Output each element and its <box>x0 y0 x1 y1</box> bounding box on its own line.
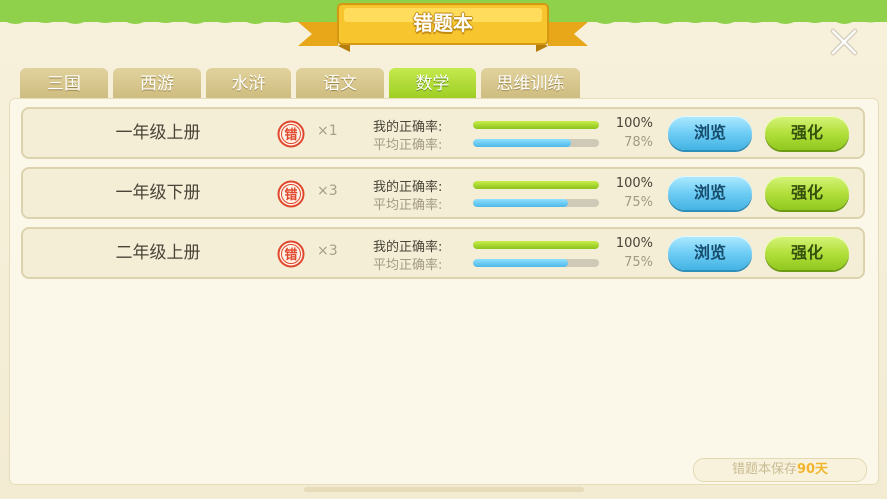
error-stamp-icon: 错 <box>277 120 305 148</box>
tab-sanguo[interactable]: 三国 <box>20 68 108 100</box>
strengthen-button[interactable]: 强化 <box>765 116 849 150</box>
svg-text:错: 错 <box>284 187 297 203</box>
my-accuracy-value: 100% <box>615 236 653 251</box>
avg-accuracy-label: 平均正确率: <box>373 138 443 153</box>
tab-xiyou[interactable]: 西游 <box>113 68 201 100</box>
avg-accuracy-label: 平均正确率: <box>373 198 443 213</box>
page-title: 错题本 <box>413 11 473 35</box>
my-accuracy-value: 100% <box>615 116 653 131</box>
save-note-prefix: 错题本保存 <box>731 462 797 477</box>
avg-accuracy-value: 75% <box>624 255 653 270</box>
error-count: ×3 <box>317 183 338 199</box>
browse-button[interactable]: 浏览 <box>668 236 752 270</box>
my-accuracy-fill <box>473 121 599 129</box>
my-accuracy-bar <box>473 181 599 189</box>
grade-name: 一年级下册 <box>115 183 201 203</box>
avg-accuracy-value: 78% <box>624 135 653 150</box>
avg-accuracy-fill <box>473 199 568 207</box>
error-count: ×1 <box>317 123 338 139</box>
save-duration-note: 错题本保存90天 <box>693 458 867 482</box>
error-stamp-icon: 错 <box>277 240 305 268</box>
grade-name: 二年级上册 <box>115 243 201 263</box>
my-accuracy-fill <box>473 241 599 249</box>
tab-shuihu[interactable]: 水浒 <box>206 68 291 100</box>
avg-accuracy-label: 平均正确率: <box>373 258 443 273</box>
tab-math[interactable]: 数学 <box>389 68 476 100</box>
avg-accuracy-bar <box>473 139 599 147</box>
my-accuracy-bar <box>473 121 599 129</box>
avg-accuracy-fill <box>473 139 572 147</box>
scroll-indicator <box>304 487 584 492</box>
my-accuracy-label: 我的正确率: <box>373 120 443 135</box>
avg-accuracy-fill <box>473 259 568 267</box>
mistake-list-panel: 一年级上册 错 ×1 我的正确率: 100% 平均正确率: 78% 浏览 强化 … <box>9 98 879 485</box>
grade-name: 一年级上册 <box>115 123 201 143</box>
tab-chinese[interactable]: 语文 <box>296 68 384 100</box>
svg-text:错: 错 <box>284 127 297 143</box>
avg-accuracy-bar <box>473 199 599 207</box>
browse-button[interactable]: 浏览 <box>668 116 752 150</box>
my-accuracy-fill <box>473 181 599 189</box>
my-accuracy-label: 我的正确率: <box>373 180 443 195</box>
browse-button[interactable]: 浏览 <box>668 176 752 210</box>
error-count: ×3 <box>317 243 338 259</box>
save-note-days: 90天 <box>796 462 829 477</box>
my-accuracy-label: 我的正确率: <box>373 240 443 255</box>
my-accuracy-bar <box>473 241 599 249</box>
error-stamp-icon: 错 <box>277 180 305 208</box>
my-accuracy-value: 100% <box>615 176 653 191</box>
svg-text:错: 错 <box>284 247 297 263</box>
mistake-row: 一年级上册 错 ×1 我的正确率: 100% 平均正确率: 78% 浏览 强化 <box>21 107 865 159</box>
mistake-row: 一年级下册 错 ×3 我的正确率: 100% 平均正确率: 75% 浏览 强化 <box>21 167 865 219</box>
avg-accuracy-value: 75% <box>624 195 653 210</box>
close-button[interactable] <box>828 26 860 58</box>
tab-thinking-training[interactable]: 思维训练 <box>481 68 580 100</box>
avg-accuracy-bar <box>473 259 599 267</box>
strengthen-button[interactable]: 强化 <box>765 236 849 270</box>
strengthen-button[interactable]: 强化 <box>765 176 849 210</box>
close-icon <box>830 28 858 56</box>
mistake-row: 二年级上册 错 ×3 我的正确率: 100% 平均正确率: 75% 浏览 强化 <box>21 227 865 279</box>
